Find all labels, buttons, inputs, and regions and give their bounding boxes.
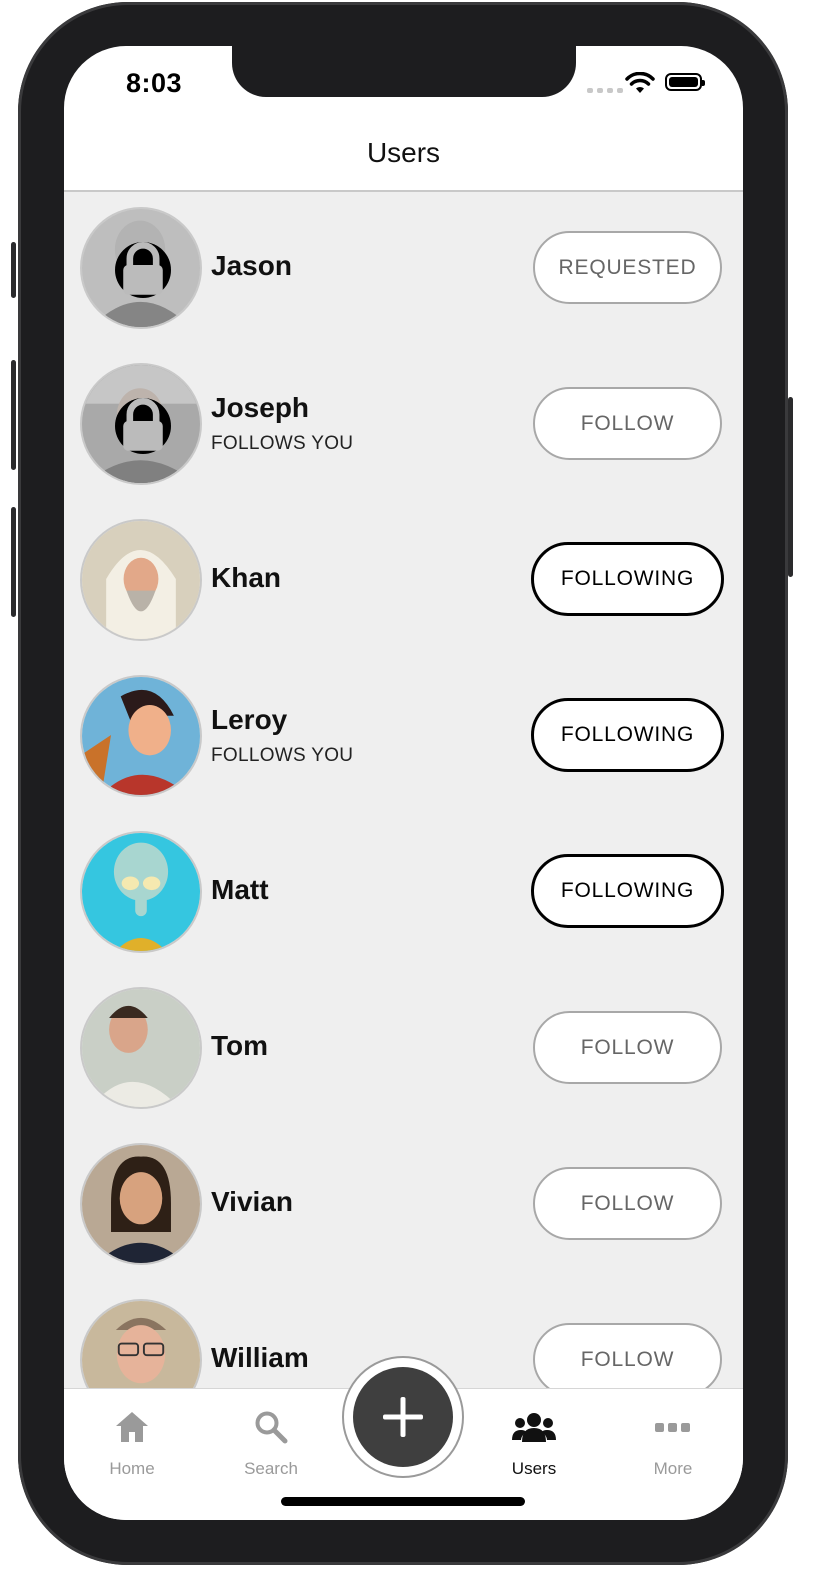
avatar: [80, 1143, 202, 1265]
screen: 8:03 Users Jason REQUESTED Joseph FOLLOW…: [64, 46, 743, 1520]
avatar: [80, 363, 202, 485]
volume-down-button: [11, 507, 16, 617]
nav-header: Users: [64, 116, 743, 192]
list-item[interactable]: Khan FOLLOWING: [64, 504, 743, 660]
list-item[interactable]: Jason REQUESTED: [64, 192, 743, 348]
avatar: [80, 1299, 202, 1388]
battery-icon: [665, 73, 705, 91]
follows-you-label: FOLLOWS YOU: [211, 745, 354, 766]
following-button[interactable]: FOLLOWING: [531, 698, 724, 772]
plus-icon: [383, 1397, 423, 1437]
tab-more-label: More: [653, 1459, 693, 1478]
list-item[interactable]: Tom FOLLOW: [64, 972, 743, 1128]
list-item[interactable]: Joseph FOLLOWS YOU FOLLOW: [64, 348, 743, 504]
users-icon: [474, 1407, 594, 1447]
lock-icon: [115, 242, 171, 298]
avatar: [80, 519, 202, 641]
user-name: William: [211, 1342, 309, 1373]
lock-icon: [115, 398, 171, 454]
signal-icon: [587, 88, 623, 93]
user-list[interactable]: Jason REQUESTED Joseph FOLLOWS YOU FOLLO…: [64, 192, 743, 1388]
tab-home[interactable]: Home: [72, 1407, 192, 1479]
more-icon: [613, 1407, 733, 1447]
power-button: [788, 397, 793, 577]
follows-you-label: FOLLOWS YOU: [211, 433, 354, 454]
wifi-icon: [625, 72, 655, 93]
home-icon: [72, 1407, 192, 1447]
following-button[interactable]: FOLLOWING: [531, 542, 724, 616]
avatar: [80, 207, 202, 329]
page-title: Users: [366, 137, 441, 168]
add-button[interactable]: [342, 1356, 464, 1478]
user-name: Tom: [211, 1030, 269, 1061]
tab-users[interactable]: Users: [474, 1407, 594, 1479]
tab-more[interactable]: More: [613, 1407, 733, 1479]
avatar: [80, 987, 202, 1109]
notch: [232, 46, 576, 97]
user-name: Leroy: [211, 704, 288, 735]
mute-switch: [11, 242, 16, 298]
tab-search-label: Search: [244, 1459, 298, 1478]
user-name: Matt: [211, 874, 269, 905]
tab-home-label: Home: [109, 1459, 155, 1478]
home-indicator[interactable]: [281, 1497, 525, 1506]
tab-search[interactable]: Search: [211, 1407, 331, 1479]
list-item[interactable]: Leroy FOLLOWS YOU FOLLOWING: [64, 660, 743, 816]
follow-button[interactable]: FOLLOW: [533, 387, 722, 460]
search-icon: [211, 1407, 331, 1447]
status-time: 8:03: [126, 68, 183, 98]
follow-button[interactable]: FOLLOW: [533, 1323, 722, 1388]
user-name: Joseph: [211, 392, 310, 423]
tab-users-label: Users: [511, 1459, 557, 1478]
user-name: Vivian: [211, 1186, 293, 1217]
avatar: [80, 831, 202, 953]
following-button[interactable]: FOLLOWING: [531, 854, 724, 928]
user-name: Jason: [211, 250, 292, 281]
user-name: Khan: [211, 562, 281, 593]
add-button-inner[interactable]: [353, 1367, 453, 1467]
avatar: [80, 675, 202, 797]
list-item[interactable]: Matt FOLLOWING: [64, 816, 743, 972]
follow-button[interactable]: FOLLOW: [533, 1167, 722, 1240]
follow-button[interactable]: FOLLOW: [533, 1011, 722, 1084]
volume-up-button: [11, 360, 16, 470]
list-item[interactable]: Vivian FOLLOW: [64, 1128, 743, 1284]
requested-button[interactable]: REQUESTED: [533, 231, 722, 304]
